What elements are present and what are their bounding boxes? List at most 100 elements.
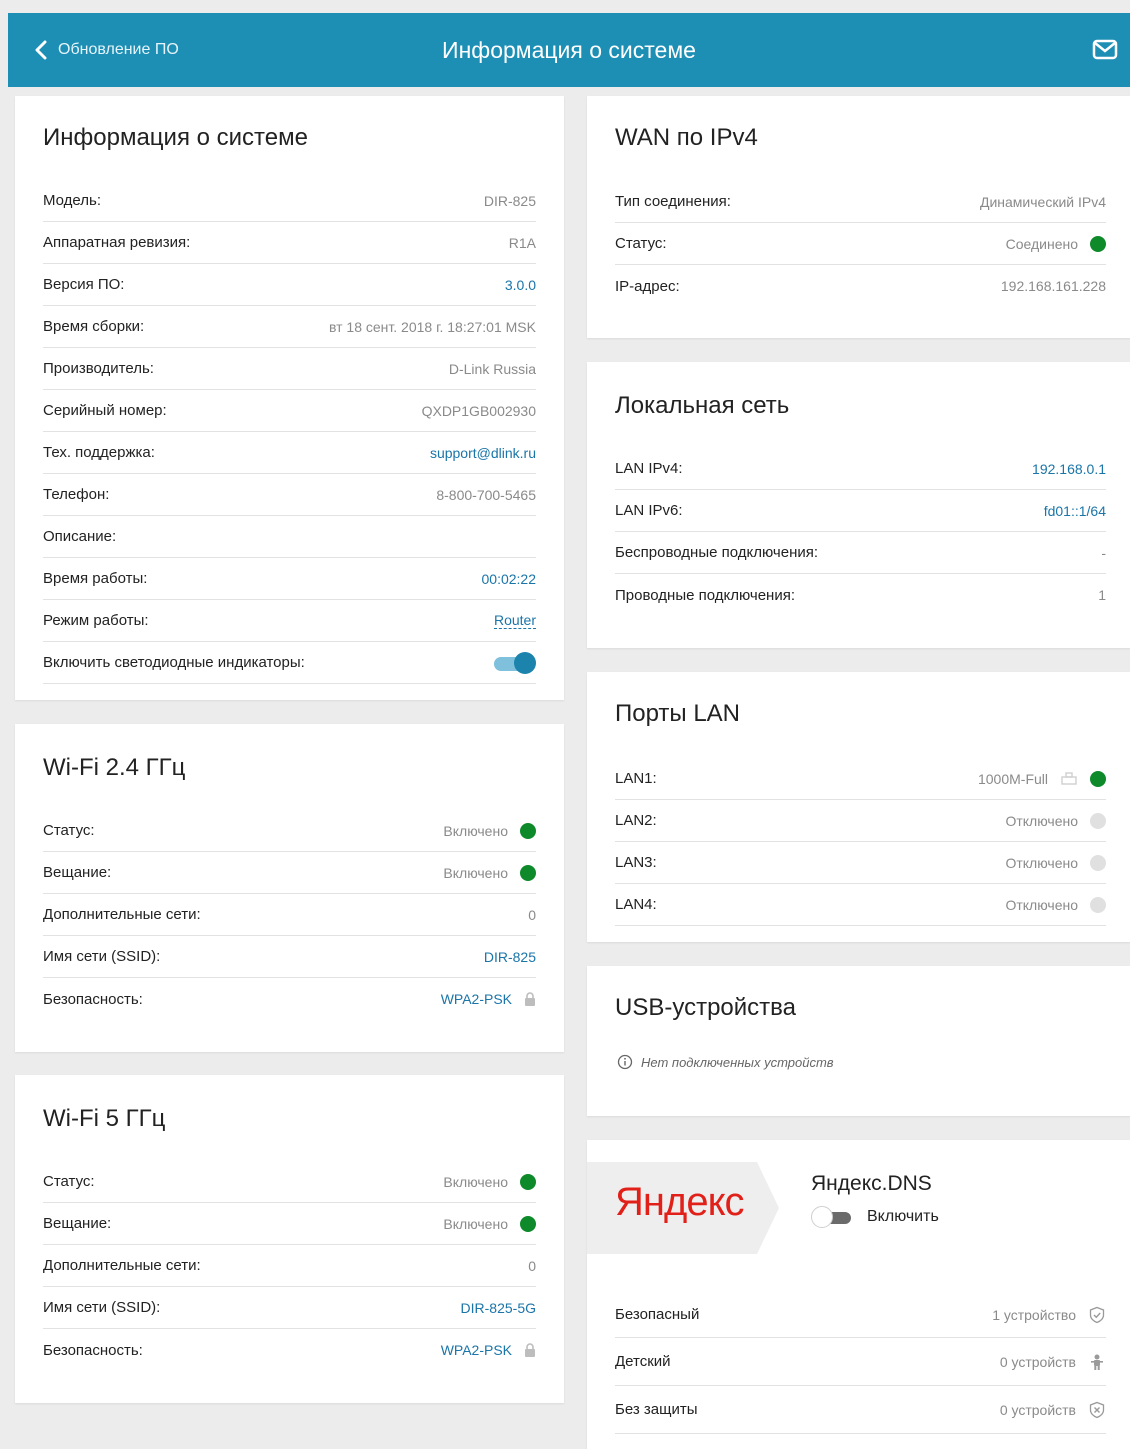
mode-link[interactable]: Router (493, 612, 536, 629)
lan-ipv6-link[interactable]: fd01::1/64 (1044, 503, 1106, 519)
row-label: LAN IPv6: (615, 502, 683, 519)
row-value: 1 (1098, 587, 1106, 603)
row-value: 0 устройств (1000, 1353, 1106, 1371)
table-row: LAN IPv6: fd01::1/64 (615, 490, 1106, 532)
status-text: Включено (443, 822, 508, 839)
row-value: QXDP1GB002930 (421, 402, 536, 419)
card-title: USB-устройства (615, 994, 796, 1021)
yandex-logo: Яндекс (615, 1180, 745, 1224)
row-label: IP-адрес: (615, 277, 680, 295)
dns-toggle[interactable] (811, 1206, 853, 1228)
table-row: Модель: DIR-825 (43, 180, 536, 222)
row-value: 8-800-700-5465 (436, 486, 536, 503)
security-link[interactable]: WPA2-PSK (441, 991, 512, 1007)
led-toggle[interactable] (494, 651, 536, 674)
card-title: Wi-Fi 5 ГГц (43, 1105, 166, 1132)
row-value: Отключено (1005, 854, 1106, 871)
row-value: R1A (508, 234, 536, 251)
ssid-link[interactable]: DIR-825 (484, 949, 536, 965)
device-count: 0 устройств (999, 1353, 1076, 1370)
table-row: Статус: Включено (43, 810, 536, 852)
toggle-knob (811, 1206, 833, 1228)
table-row: Безопасность: WPA2-PSK (43, 978, 536, 1020)
card-title: Wi-Fi 2.4 ГГц (43, 754, 186, 781)
top-bar: Обновление ПО Информация о системе (8, 13, 1130, 87)
row-label: LAN3: (615, 854, 657, 871)
card-title: Порты LAN (615, 700, 741, 727)
table-row: Тех. поддержка: support@dlink.ru (43, 432, 536, 474)
status-green-dot-icon (520, 822, 536, 839)
row-value: Динамический IPv4 (979, 193, 1106, 210)
table-row: Версия ПО: 3.0.0 (43, 264, 536, 306)
table-row: LAN2: Отключено (615, 800, 1106, 842)
row-label: Имя сети (SSID): (43, 948, 161, 965)
table-row: Время сборки: вт 18 сент. 2018 г. 18:27:… (43, 306, 536, 348)
row-value: 0 (528, 906, 536, 923)
wifi24-card: Wi-Fi 2.4 ГГц Статус: Включено Вещание: … (15, 724, 564, 1052)
row-label: Безопасность: (43, 990, 143, 1008)
row-value: Включено (443, 822, 536, 839)
status-text: Включено (443, 1215, 508, 1232)
ssid-link[interactable]: DIR-825-5G (461, 1300, 536, 1316)
dns-toggle-row: Включить (811, 1206, 939, 1228)
toggle-label: Включить (867, 1208, 939, 1225)
row-label: Детский (615, 1353, 671, 1370)
table-row: Аппаратная ревизия: R1A (43, 222, 536, 264)
row-label: Дополнительные сети: (43, 906, 201, 923)
table-row: Серийный номер: QXDP1GB002930 (43, 390, 536, 432)
table-row: Безопасный 1 устройство (615, 1292, 1106, 1338)
toggle-knob (514, 651, 536, 674)
row-label: Модель: (43, 192, 102, 209)
row-label: Дополнительные сети: (43, 1257, 201, 1274)
system-info-rows: Модель: DIR-825 Аппаратная ревизия: R1A … (15, 96, 564, 700)
row-value: 0 (528, 1257, 536, 1274)
row-value: Отключено (1005, 812, 1106, 829)
table-row: Тип соединения: Динамический IPv4 (615, 181, 1106, 223)
table-row: Описание: (43, 516, 536, 558)
row-label: Беспроводные подключения: (615, 544, 819, 561)
row-value: 1 устройство (992, 1306, 1106, 1324)
table-row: LAN4: Отключено (615, 884, 1106, 926)
lan-ports-card: Порты LAN LAN1: 1000M-Full LAN2: Отключе… (587, 672, 1130, 942)
status-text: Отключено (1005, 812, 1078, 829)
row-label: Время сборки: (43, 318, 145, 335)
table-row: Режим работы: Router (43, 600, 536, 642)
status-text: Отключено (1005, 854, 1078, 871)
support-email-link[interactable]: support@dlink.ru (430, 445, 536, 461)
lan-ipv4-link[interactable]: 192.168.0.1 (1032, 461, 1106, 477)
row-value: 1000M-Full (978, 770, 1106, 788)
row-label: LAN1: (615, 770, 657, 787)
table-row: Имя сети (SSID): DIR-825-5G (43, 1287, 536, 1329)
status-grey-dot-icon (1090, 854, 1106, 871)
usb-card: USB-устройства Нет подключенных устройст… (587, 966, 1130, 1116)
wan-card: WAN по IPv4 Тип соединения: Динамический… (587, 96, 1130, 338)
row-value: D-Link Russia (448, 360, 536, 377)
table-row: LAN1: 1000M-Full (615, 758, 1106, 800)
row-value: WPA2-PSK (441, 991, 536, 1007)
security-link[interactable]: WPA2-PSK (441, 1342, 512, 1358)
status-text: Включено (443, 864, 508, 881)
table-row: Статус: Соединено (615, 223, 1106, 265)
mail-icon[interactable] (1092, 38, 1118, 62)
dns-title: Яндекс.DNS (811, 1172, 932, 1195)
row-value: Соединено (1006, 235, 1106, 252)
port-speed: 1000M-Full (977, 770, 1048, 787)
status-text: Отключено (1005, 896, 1078, 913)
card-title: Локальная сеть (615, 392, 790, 419)
status-text: Включено (443, 1173, 508, 1190)
info-icon (617, 1054, 633, 1070)
row-label: Проводные подключения: (615, 586, 796, 604)
page-title: Информация о системе (442, 36, 696, 63)
row-label: Описание: (43, 528, 117, 545)
note-text: Нет подключенных устройств (641, 1054, 834, 1070)
row-value: 0 устройств (1000, 1401, 1106, 1419)
firmware-version-link[interactable]: 3.0.0 (505, 277, 536, 293)
row-value: Включено (443, 1215, 536, 1232)
table-row: LAN IPv4: 192.168.0.1 (615, 448, 1106, 490)
lock-icon (525, 992, 535, 1006)
table-row: Вещание: Включено (43, 852, 536, 894)
row-label: Серийный номер: (43, 402, 167, 419)
shield-check-icon (1089, 1306, 1105, 1323)
row-value: Включено (443, 864, 536, 881)
row-label: LAN2: (615, 812, 657, 829)
